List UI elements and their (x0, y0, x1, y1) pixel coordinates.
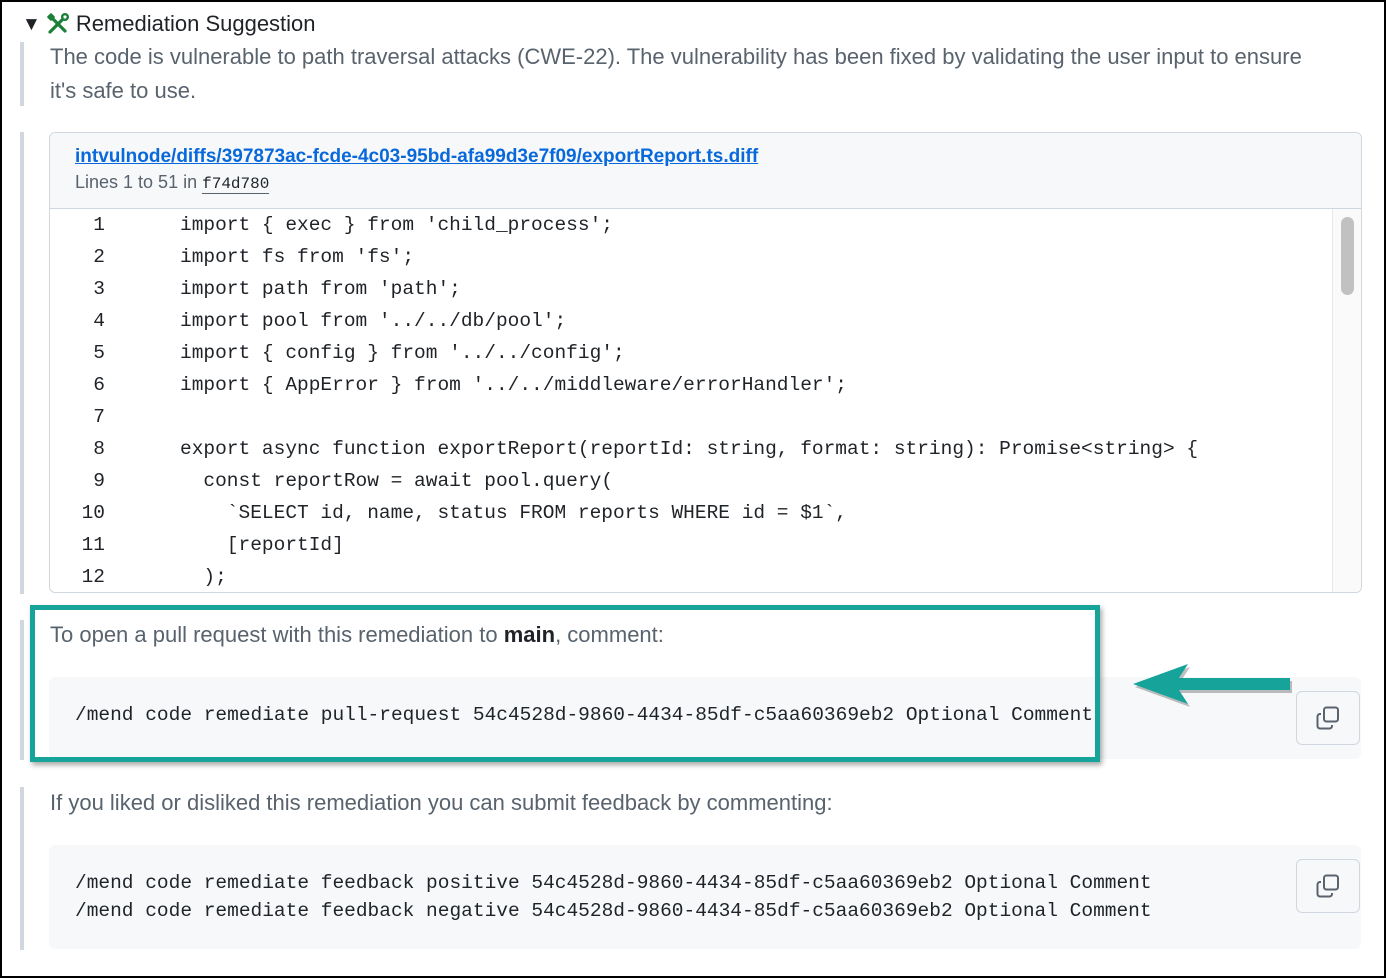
quote-bar-pull-request (20, 620, 24, 760)
code-line: 11 [reportId] (50, 529, 1361, 561)
line-number: 5 (93, 342, 105, 364)
feedback-command-block: /mend code remediate feedback positive 5… (49, 845, 1361, 949)
code-line: 12 ); (50, 561, 1361, 592)
line-number: 8 (93, 438, 105, 460)
line-number: 4 (93, 310, 105, 332)
code-line: 3 import path from 'path'; (50, 273, 1361, 305)
diff-file-link[interactable]: intvulnode/diffs/397873ac-fcde-4c03-95bd… (75, 146, 758, 168)
line-number: 11 (81, 534, 105, 556)
line-code: import { AppError } from '../../middlewa… (180, 374, 848, 396)
highlight-box (30, 605, 1100, 762)
line-code: export async function exportReport(repor… (180, 438, 1199, 460)
line-code: const reportRow = await pool.query( (180, 470, 613, 492)
lines-range-label: Lines 1 to 51 in (75, 172, 198, 192)
tools-icon (46, 13, 69, 34)
line-code: import { exec } from 'child_process'; (180, 214, 613, 236)
expand-triangle-icon[interactable]: ▼ (22, 15, 41, 34)
summary-title: Remediation Suggestion (75, 11, 316, 36)
snippet-meta: Lines 1 to 51 in f74d780 (75, 172, 1361, 194)
copy-icon (1316, 874, 1339, 898)
line-code: import fs from 'fs'; (180, 246, 415, 268)
line-code: import path from 'path'; (180, 278, 461, 300)
code-line: 8 export async function exportReport(repo… (50, 433, 1361, 465)
line-code: `SELECT id, name, status FROM reports WH… (180, 502, 848, 524)
code-line: 9 const reportRow = await pool.query( (50, 465, 1361, 497)
line-number: 1 (93, 214, 105, 236)
quote-bar-description (20, 42, 24, 106)
line-number: 3 (93, 278, 105, 300)
code-scrollbar[interactable] (1332, 209, 1361, 592)
line-code: import { config } from '../../config'; (180, 342, 625, 364)
line-number: 7 (93, 406, 105, 428)
code-line: 7 (50, 401, 1361, 433)
line-number: 9 (93, 470, 105, 492)
feedback-instruction: If you liked or disliked this remediatio… (50, 790, 833, 815)
remediation-summary[interactable]: ▼ Remediation Suggestion (22, 8, 316, 40)
line-number: 6 (93, 374, 105, 396)
copy-pull-request-command-button[interactable] (1296, 691, 1360, 745)
code-line: 5 import { config } from '../../config'; (50, 337, 1361, 369)
feedback-positive-command: /mend code remediate feedback positive 5… (75, 872, 1152, 894)
feedback-negative-command: /mend code remediate feedback negative 5… (75, 900, 1152, 922)
line-number: 12 (81, 566, 105, 588)
line-number: 10 (81, 502, 105, 524)
code-body: 1 import { exec } from 'child_process'; 2 i… (50, 209, 1361, 592)
code-lines: 1 import { exec } from 'child_process'; 2 i… (50, 209, 1361, 592)
snippet-header: intvulnode/diffs/397873ac-fcde-4c03-95bd… (50, 133, 1361, 209)
copy-feedback-command-button[interactable] (1296, 859, 1360, 913)
code-line: 10 `SELECT id, name, status FROM reports… (50, 497, 1361, 529)
quote-bar-feedback (20, 787, 24, 950)
commit-link[interactable]: f74d780 (202, 175, 270, 194)
copy-icon (1316, 706, 1339, 730)
code-snippet: intvulnode/diffs/397873ac-fcde-4c03-95bd… (49, 132, 1362, 593)
line-number: 2 (93, 246, 105, 268)
line-code: ); (180, 566, 227, 588)
scrollbar-thumb[interactable] (1341, 217, 1354, 295)
code-line: 4 import pool from '../../db/pool'; (50, 305, 1361, 337)
line-code: import pool from '../../db/pool'; (180, 310, 567, 332)
code-line: 2 import fs from 'fs'; (50, 241, 1361, 273)
vulnerability-description: The code is vulnerable to path traversal… (50, 44, 1302, 103)
code-line: 1 import { exec } from 'child_process'; (50, 209, 1361, 241)
line-code: [reportId] (180, 534, 344, 556)
annotation-arrow-icon (1133, 664, 1292, 707)
quote-bar-snippet (20, 132, 24, 594)
code-line: 6 import { AppError } from '../../middlew… (50, 369, 1361, 401)
